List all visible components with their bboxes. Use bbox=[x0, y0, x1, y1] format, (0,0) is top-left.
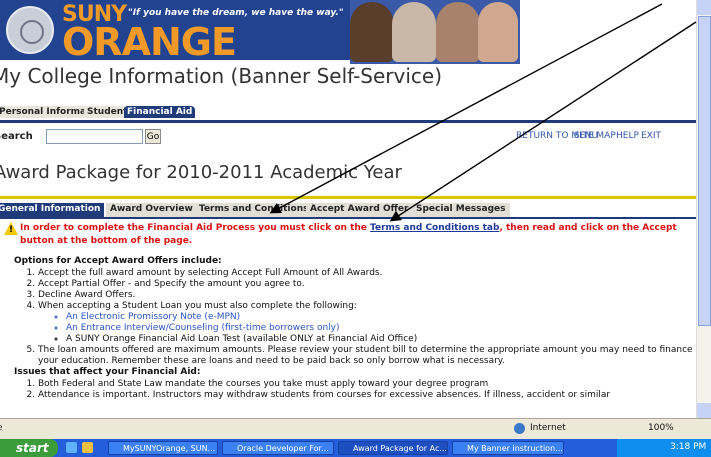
zoom-level[interactable]: 100% bbox=[648, 423, 674, 433]
tab-accept-award-offer[interactable]: Accept Award Offer bbox=[306, 203, 413, 218]
status-text: e bbox=[0, 423, 3, 433]
list-item: The loan amounts offered are maximum amo… bbox=[38, 345, 704, 367]
start-button[interactable]: start bbox=[0, 439, 58, 457]
scroll-thumb[interactable] bbox=[698, 16, 711, 326]
issues-list: Both Federal and State Law mandate the c… bbox=[14, 379, 704, 401]
clock: 3:18 PM bbox=[670, 442, 707, 452]
list-item: When accepting a Student Loan you must a… bbox=[38, 301, 704, 345]
logo-orange: ORANGE bbox=[62, 20, 237, 64]
nav-divider bbox=[0, 120, 711, 123]
vertical-scrollbar[interactable] bbox=[696, 0, 711, 418]
app-title: My College Information (Banner Self-Serv… bbox=[0, 64, 443, 88]
status-bar: e Internet 100% bbox=[0, 418, 711, 440]
list-item: Accept Partial Offer - and Specify the a… bbox=[38, 279, 704, 290]
scroll-down-icon[interactable] bbox=[697, 403, 711, 418]
tab-terms-and-conditions[interactable]: Terms and Conditions bbox=[195, 203, 313, 218]
security-zone: Internet bbox=[530, 423, 566, 433]
student-photo-icon bbox=[350, 2, 394, 62]
heading-divider bbox=[0, 196, 711, 199]
loan-requirements-list: An Electronic Promissory Note (e-MPN) An… bbox=[38, 312, 704, 345]
terms-and-conditions-link[interactable]: Terms and Conditions tab bbox=[370, 223, 499, 233]
warning-exclamation-icon: ! bbox=[9, 225, 14, 235]
taskbar: start MySUNYOrange, SUN... Oracle Develo… bbox=[0, 439, 711, 457]
college-seal-icon bbox=[6, 6, 54, 54]
main-content: Options for Accept Award Offers include:… bbox=[14, 256, 704, 401]
list-item: A SUNY Orange Financial Aid Loan Test (a… bbox=[66, 334, 704, 345]
taskbar-item[interactable]: Oracle Developer For... bbox=[222, 441, 334, 455]
ie-quicklaunch-icon[interactable] bbox=[66, 442, 77, 453]
tab-special-messages[interactable]: Special Messages bbox=[412, 203, 510, 218]
site-map-link[interactable]: SITE MAP bbox=[574, 131, 616, 141]
list-item-text: When accepting a Student Loan you must a… bbox=[38, 301, 357, 311]
folder-quicklaunch-icon[interactable] bbox=[82, 442, 93, 453]
entrance-interview-link[interactable]: An Entrance Interview/Counseling (first-… bbox=[66, 323, 704, 334]
banner-photos bbox=[350, 0, 520, 64]
tab-award-overview[interactable]: Award Overview bbox=[106, 203, 197, 218]
search-input[interactable] bbox=[46, 129, 143, 144]
list-item: Attendance is important. Instructors may… bbox=[38, 390, 704, 401]
options-heading: Options for Accept Award Offers include: bbox=[14, 256, 222, 266]
taskbar-item-active[interactable]: Award Package for Ac... bbox=[338, 441, 448, 455]
exit-link[interactable]: EXIT bbox=[641, 131, 661, 141]
student-photo-icon bbox=[392, 2, 436, 62]
options-list: Accept the full award amount by selectin… bbox=[14, 268, 704, 367]
student-photo-icon bbox=[478, 2, 518, 62]
taskbar-item[interactable]: MySUNYOrange, SUN... bbox=[108, 441, 218, 455]
go-button[interactable]: Go bbox=[145, 129, 161, 144]
scroll-up-icon[interactable] bbox=[697, 0, 711, 15]
warning-text-before: In order to complete the Financial Aid P… bbox=[20, 223, 371, 233]
header-banner: SUNY "If you have the dream, we have the… bbox=[0, 0, 711, 64]
internet-zone-icon bbox=[514, 423, 525, 434]
taskbar-item[interactable]: My Banner instruction... bbox=[452, 441, 564, 455]
start-label: start bbox=[16, 441, 49, 455]
list-item: Decline Award Offers. bbox=[38, 290, 704, 301]
e-mpn-link[interactable]: An Electronic Promissory Note (e-MPN) bbox=[66, 312, 704, 323]
help-link[interactable]: HELP bbox=[616, 131, 639, 141]
logo-tagline: "If you have the dream, we have the way.… bbox=[128, 8, 344, 18]
issues-heading: Issues that affect your Financial Aid: bbox=[14, 367, 201, 377]
list-item: Both Federal and State Law mandate the c… bbox=[38, 379, 704, 390]
search-label: Search bbox=[0, 131, 33, 142]
tab-general-information[interactable]: General Information bbox=[0, 203, 105, 218]
warning-message: In order to complete the Financial Aid P… bbox=[20, 222, 710, 248]
page-title: Award Package for 2010-2011 Academic Yea… bbox=[0, 162, 402, 183]
tab-financial-aid[interactable]: Financial Aid bbox=[124, 106, 196, 118]
student-photo-icon bbox=[436, 2, 480, 62]
tabs-divider bbox=[0, 217, 711, 219]
list-item: Accept the full award amount by selectin… bbox=[38, 268, 704, 279]
